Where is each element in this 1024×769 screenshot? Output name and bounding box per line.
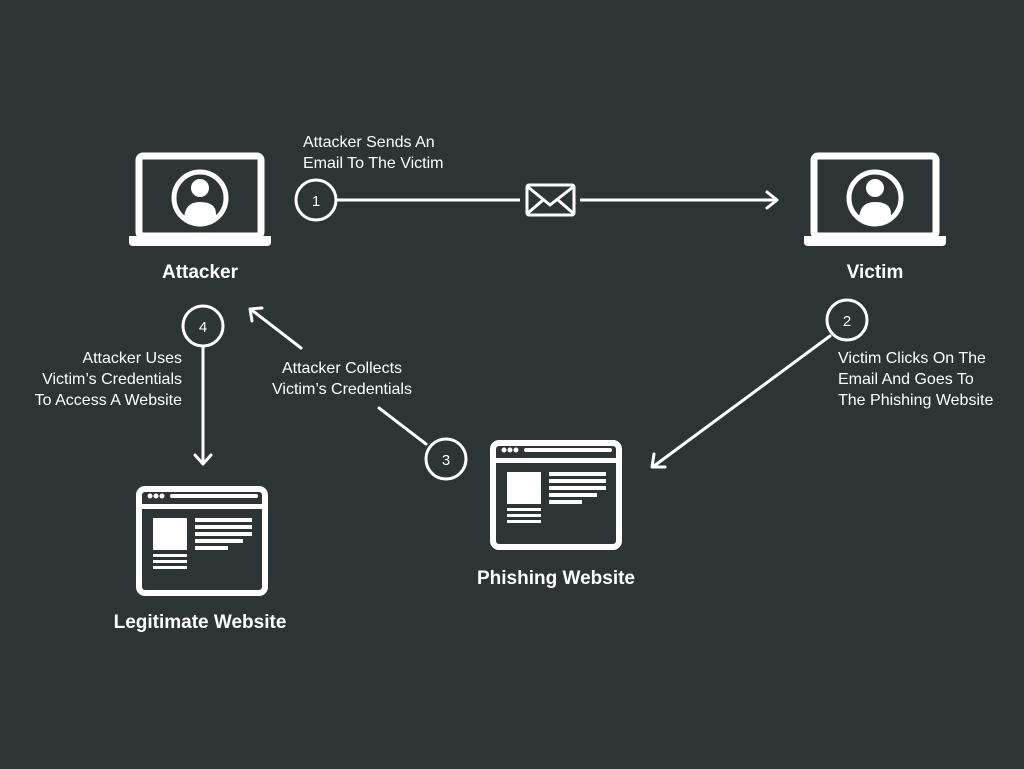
step-2-description: Victim Clicks On The Email And Goes To T… — [838, 350, 994, 409]
step-1-description: Attacker Sends An Email To The Victim — [303, 134, 444, 172]
victim-laptop-icon — [804, 156, 946, 246]
step-3-description: Attacker Collects Victim’s Credentials — [272, 360, 412, 398]
attacker-title: Attacker — [161, 262, 239, 283]
envelope-icon — [525, 183, 576, 217]
victim-title: Victim — [846, 262, 904, 283]
legitimate-browser-icon — [139, 489, 265, 593]
step-4-description: Attacker Uses Victim’s Credentials To Ac… — [34, 350, 182, 409]
step-2-number: 2 — [843, 313, 851, 330]
step-3-number: 3 — [442, 452, 450, 469]
step-4-number: 4 — [199, 319, 207, 336]
phishing-browser-icon — [493, 443, 619, 547]
step-1-number: 1 — [312, 193, 320, 210]
legitimate-website-title: Legitimate Website — [113, 612, 287, 633]
phishing-website-title: Phishing Website — [476, 568, 635, 589]
attacker-laptop-icon — [129, 156, 271, 246]
step-2-arrow — [650, 334, 832, 469]
step-4-arrow — [193, 344, 213, 466]
